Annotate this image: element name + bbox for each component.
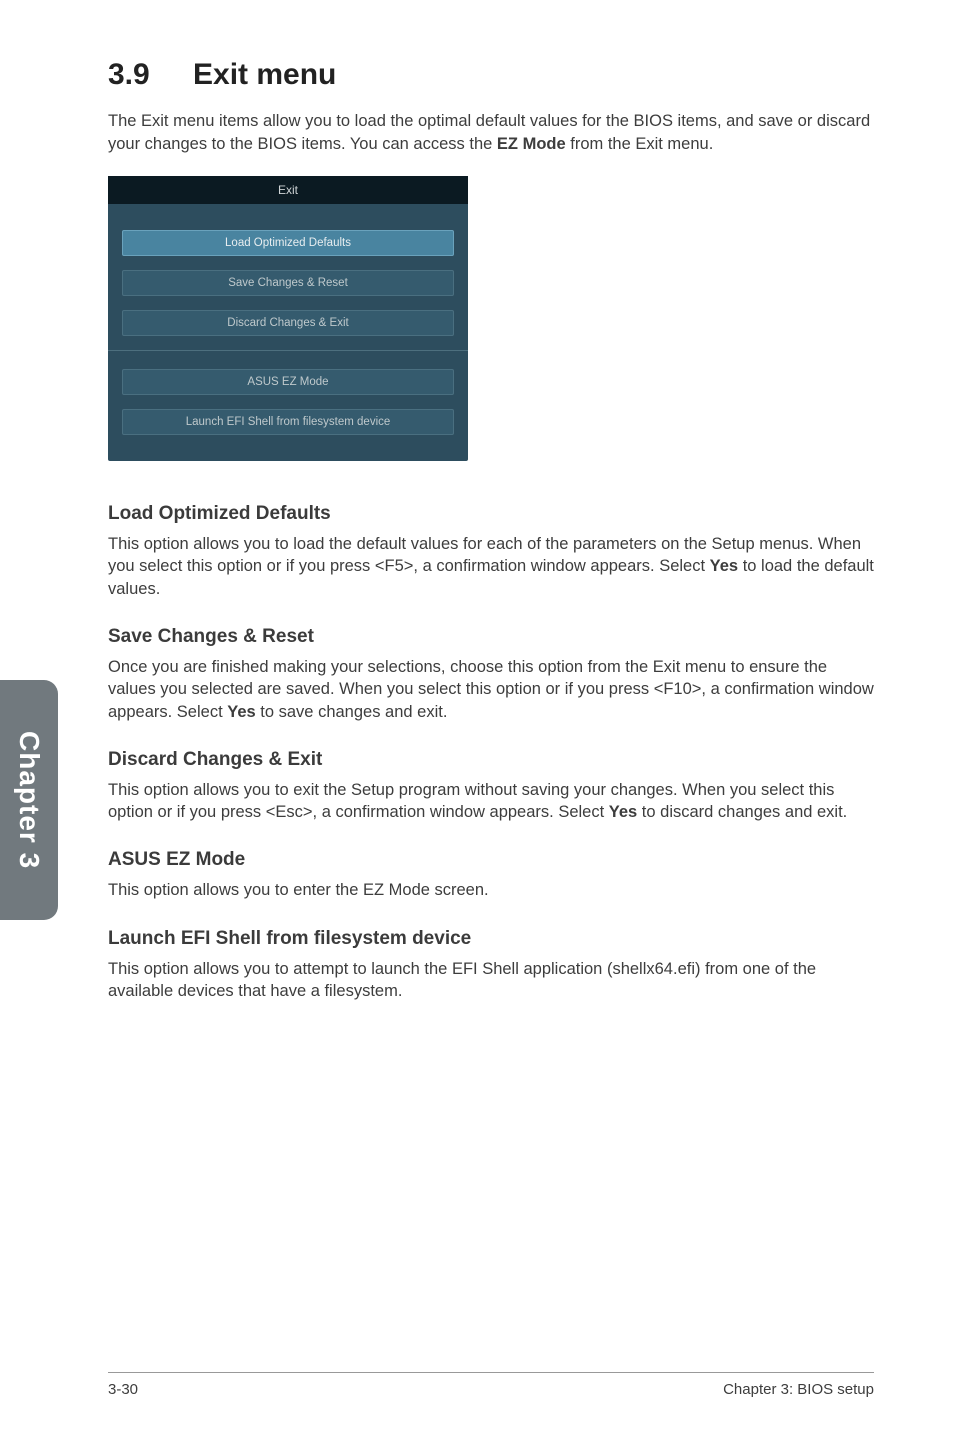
bios-ez-mode-button[interactable]: ASUS EZ Mode: [122, 369, 454, 395]
section-number: 3.9: [108, 58, 193, 92]
bios-load-defaults-button[interactable]: Load Optimized Defaults: [122, 230, 454, 256]
bios-panel-title: Exit: [108, 176, 468, 204]
chapter-side-tab: Chapter 3: [0, 680, 58, 920]
page-number: 3-30: [108, 1381, 138, 1398]
save-reset-body: Once you are finished making your select…: [108, 656, 874, 723]
ez-mode-body: This option allows you to enter the EZ M…: [108, 879, 874, 901]
chapter-side-label: Chapter 3: [13, 731, 45, 869]
intro-paragraph: The Exit menu items allow you to load th…: [108, 110, 874, 156]
ez-mode-heading: ASUS EZ Mode: [108, 849, 874, 871]
discard-exit-heading: Discard Changes & Exit: [108, 749, 874, 771]
discard-exit-body: This option allows you to exit the Setup…: [108, 779, 874, 824]
page-footer: 3-30 Chapter 3: BIOS setup: [108, 1372, 874, 1398]
bios-divider: [108, 350, 468, 351]
footer-chapter-label: Chapter 3: BIOS setup: [723, 1381, 874, 1398]
section-title: Exit menu: [193, 58, 336, 91]
bios-save-reset-button[interactable]: Save Changes & Reset: [122, 270, 454, 296]
save-reset-heading: Save Changes & Reset: [108, 626, 874, 648]
load-defaults-body: This option allows you to load the defau…: [108, 533, 874, 600]
bios-discard-exit-button[interactable]: Discard Changes & Exit: [122, 310, 454, 336]
load-defaults-heading: Load Optimized Defaults: [108, 503, 874, 525]
page-content: 3.9Exit menu The Exit menu items allow y…: [0, 0, 954, 1002]
efi-shell-heading: Launch EFI Shell from filesystem device: [108, 928, 874, 950]
bios-exit-panel: Exit Load Optimized Defaults Save Change…: [108, 176, 468, 461]
bios-efi-shell-button[interactable]: Launch EFI Shell from filesystem device: [122, 409, 454, 435]
efi-shell-body: This option allows you to attempt to lau…: [108, 958, 874, 1003]
page-title: 3.9Exit menu: [108, 58, 874, 92]
